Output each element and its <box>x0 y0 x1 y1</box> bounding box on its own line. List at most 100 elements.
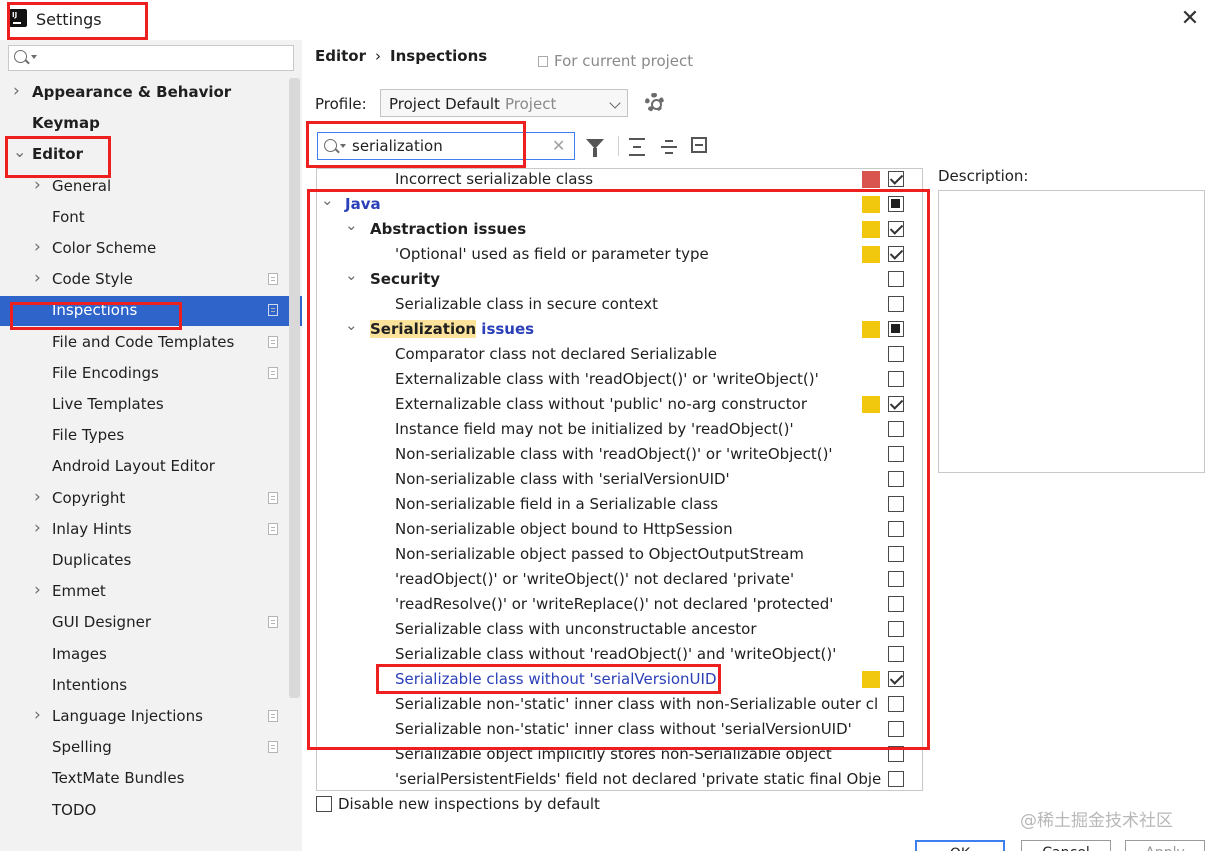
tree-group-row[interactable]: ⌄ Abstraction issues <box>317 216 907 242</box>
chevron-down-icon[interactable]: ⌄ <box>345 266 358 284</box>
sidebar-item-appearance-behavior[interactable]: › Appearance & Behavior <box>0 78 288 108</box>
inspection-checkbox[interactable] <box>888 496 904 512</box>
cancel-button[interactable]: Cancel <box>1021 840 1111 851</box>
sidebar-item-keymap[interactable]: Keymap <box>0 109 288 139</box>
tree-inspection-row[interactable]: Serializable class in secure context <box>317 292 907 317</box>
breadcrumb-editor[interactable]: Editor <box>315 47 366 65</box>
inspection-checkbox[interactable] <box>888 546 904 562</box>
tree-inspection-row[interactable]: Non-serializable field in a Serializable… <box>317 492 907 517</box>
sidebar-item-code-style[interactable]: › Code Style <box>0 265 288 295</box>
inspection-checkbox[interactable] <box>888 196 904 212</box>
sidebar-item-language-injections[interactable]: › Language Injections <box>0 702 288 732</box>
sidebar-item-intentions[interactable]: Intentions <box>0 671 288 701</box>
inspection-checkbox[interactable] <box>888 446 904 462</box>
inspection-checkbox[interactable] <box>888 296 904 312</box>
sidebar-search-input[interactable] <box>39 48 289 68</box>
tree-inspection-row[interactable]: Instance field may not be initialized by… <box>317 417 907 442</box>
sidebar-item-file-and-code-templates[interactable]: File and Code Templates <box>0 328 288 358</box>
clear-search-icon[interactable]: ✕ <box>552 136 565 155</box>
tree-inspection-row[interactable]: Serializable non-'static' inner class wi… <box>317 717 907 742</box>
sidebar-item-editor[interactable]: ⌄ Editor <box>0 140 288 170</box>
chevron-right-icon[interactable]: › <box>34 705 41 725</box>
tree-inspection-row[interactable]: Non-serializable object bound to HttpSes… <box>317 517 907 542</box>
sidebar-item-live-templates[interactable]: Live Templates <box>0 390 288 420</box>
collapse-all-icon[interactable] <box>658 136 680 158</box>
reset-icon[interactable] <box>691 137 707 153</box>
sidebar-item-images[interactable]: Images <box>0 640 288 670</box>
tree-inspection-row[interactable]: Serializable class without 'serialVersio… <box>317 667 907 692</box>
chevron-down-icon[interactable]: ⌄ <box>345 316 358 334</box>
tree-inspection-row[interactable]: 'readObject()' or 'writeObject()' not de… <box>317 567 907 592</box>
sidebar-item-textmate-bundles[interactable]: TextMate Bundles <box>0 764 288 794</box>
tree-inspection-row[interactable]: Non-serializable class with 'serialVersi… <box>317 467 907 492</box>
expand-all-icon[interactable] <box>626 136 648 158</box>
gear-icon[interactable] <box>645 93 664 112</box>
inspection-checkbox[interactable] <box>888 321 904 337</box>
tree-inspection-row[interactable]: 'readResolve()' or 'writeReplace()' not … <box>317 592 907 617</box>
inspection-checkbox[interactable] <box>888 671 904 687</box>
tree-group-row[interactable]: ⌄ Java <box>317 191 907 217</box>
tree-group-row[interactable]: ⌄ Serialization issues <box>317 316 907 342</box>
sidebar-item-general[interactable]: › General <box>0 172 288 202</box>
inspection-checkbox[interactable] <box>888 646 904 662</box>
inspection-checkbox[interactable] <box>888 396 904 412</box>
chevron-down-icon[interactable]: ⌄ <box>345 216 358 234</box>
sidebar-scrollbar[interactable] <box>289 78 300 698</box>
inspection-checkbox[interactable] <box>888 246 904 262</box>
inspection-checkbox[interactable] <box>888 621 904 637</box>
tree-inspection-row[interactable]: Serializable object implicitly stores no… <box>317 742 907 767</box>
disable-new-inspections-checkbox[interactable] <box>316 796 332 812</box>
inspection-checkbox[interactable] <box>888 771 904 787</box>
inspection-checkbox[interactable] <box>888 221 904 237</box>
sidebar-item-copyright[interactable]: › Copyright <box>0 484 288 514</box>
inspection-checkbox[interactable] <box>888 721 904 737</box>
inspection-search-input[interactable] <box>352 136 548 156</box>
sidebar-item-todo[interactable]: TODO <box>0 796 288 826</box>
ok-button[interactable]: OK <box>915 840 1005 851</box>
tree-inspection-row[interactable]: 'serialPersistentFields' field not decla… <box>317 767 907 790</box>
tree-group-row[interactable]: ⌄ Security <box>317 266 907 292</box>
sidebar-item-file-types[interactable]: File Types <box>0 421 288 451</box>
sidebar-item-duplicates[interactable]: Duplicates <box>0 546 288 576</box>
tree-inspection-row[interactable]: Externalizable class without 'public' no… <box>317 392 907 417</box>
sidebar-item-font[interactable]: Font <box>0 203 288 233</box>
inspection-checkbox[interactable] <box>888 346 904 362</box>
tree-inspection-row[interactable]: Non-serializable class with 'readObject(… <box>317 442 907 467</box>
sidebar-search-box[interactable] <box>8 45 294 71</box>
chevron-right-icon[interactable]: › <box>34 268 41 288</box>
chevron-right-icon[interactable]: › <box>34 237 41 257</box>
chevron-down-icon[interactable]: ⌄ <box>13 142 26 161</box>
tree-inspection-row[interactable]: Comparator class not declared Serializab… <box>317 342 907 367</box>
sidebar-item-emmet[interactable]: › Emmet <box>0 577 288 607</box>
inspection-checkbox[interactable] <box>888 271 904 287</box>
tree-inspection-row[interactable]: Serializable class without 'readObject()… <box>317 642 907 667</box>
inspection-checkbox[interactable] <box>888 471 904 487</box>
chevron-right-icon[interactable]: › <box>13 81 20 101</box>
tree-inspection-row[interactable]: Serializable class with unconstructable … <box>317 617 907 642</box>
inspection-checkbox[interactable] <box>888 571 904 587</box>
tree-inspection-row[interactable]: Incorrect serializable class <box>317 169 907 192</box>
sidebar-item-inlay-hints[interactable]: › Inlay Hints <box>0 515 288 545</box>
chevron-right-icon[interactable]: › <box>34 175 41 195</box>
inspection-checkbox[interactable] <box>888 371 904 387</box>
sidebar-item-android-layout-editor[interactable]: Android Layout Editor <box>0 452 288 482</box>
tree-inspection-row[interactable]: Serializable non-'static' inner class wi… <box>317 692 907 717</box>
filter-icon[interactable] <box>586 139 604 157</box>
search-history-caret-icon[interactable] <box>340 144 346 148</box>
inspection-checkbox[interactable] <box>888 696 904 712</box>
sidebar-item-file-encodings[interactable]: File Encodings <box>0 359 288 389</box>
sidebar-item-inspections[interactable]: Inspections <box>0 296 302 327</box>
sidebar-item-color-scheme[interactable]: › Color Scheme <box>0 234 288 264</box>
chevron-right-icon[interactable]: › <box>34 487 41 507</box>
chevron-down-icon[interactable]: ⌄ <box>321 191 334 209</box>
tree-inspection-row[interactable]: Externalizable class with 'readObject()'… <box>317 367 907 392</box>
tree-inspection-row[interactable]: Non-serializable object passed to Object… <box>317 542 907 567</box>
search-history-caret-icon[interactable] <box>31 55 37 59</box>
profile-dropdown[interactable]: Project Default Project <box>380 89 628 117</box>
inspection-checkbox[interactable] <box>888 746 904 762</box>
apply-button[interactable]: Apply <box>1125 840 1205 851</box>
inspection-search-box[interactable]: ✕ <box>317 132 575 160</box>
inspection-checkbox[interactable] <box>888 596 904 612</box>
sidebar-item-spelling[interactable]: Spelling <box>0 733 288 763</box>
close-button[interactable]: ✕ <box>1176 6 1204 32</box>
